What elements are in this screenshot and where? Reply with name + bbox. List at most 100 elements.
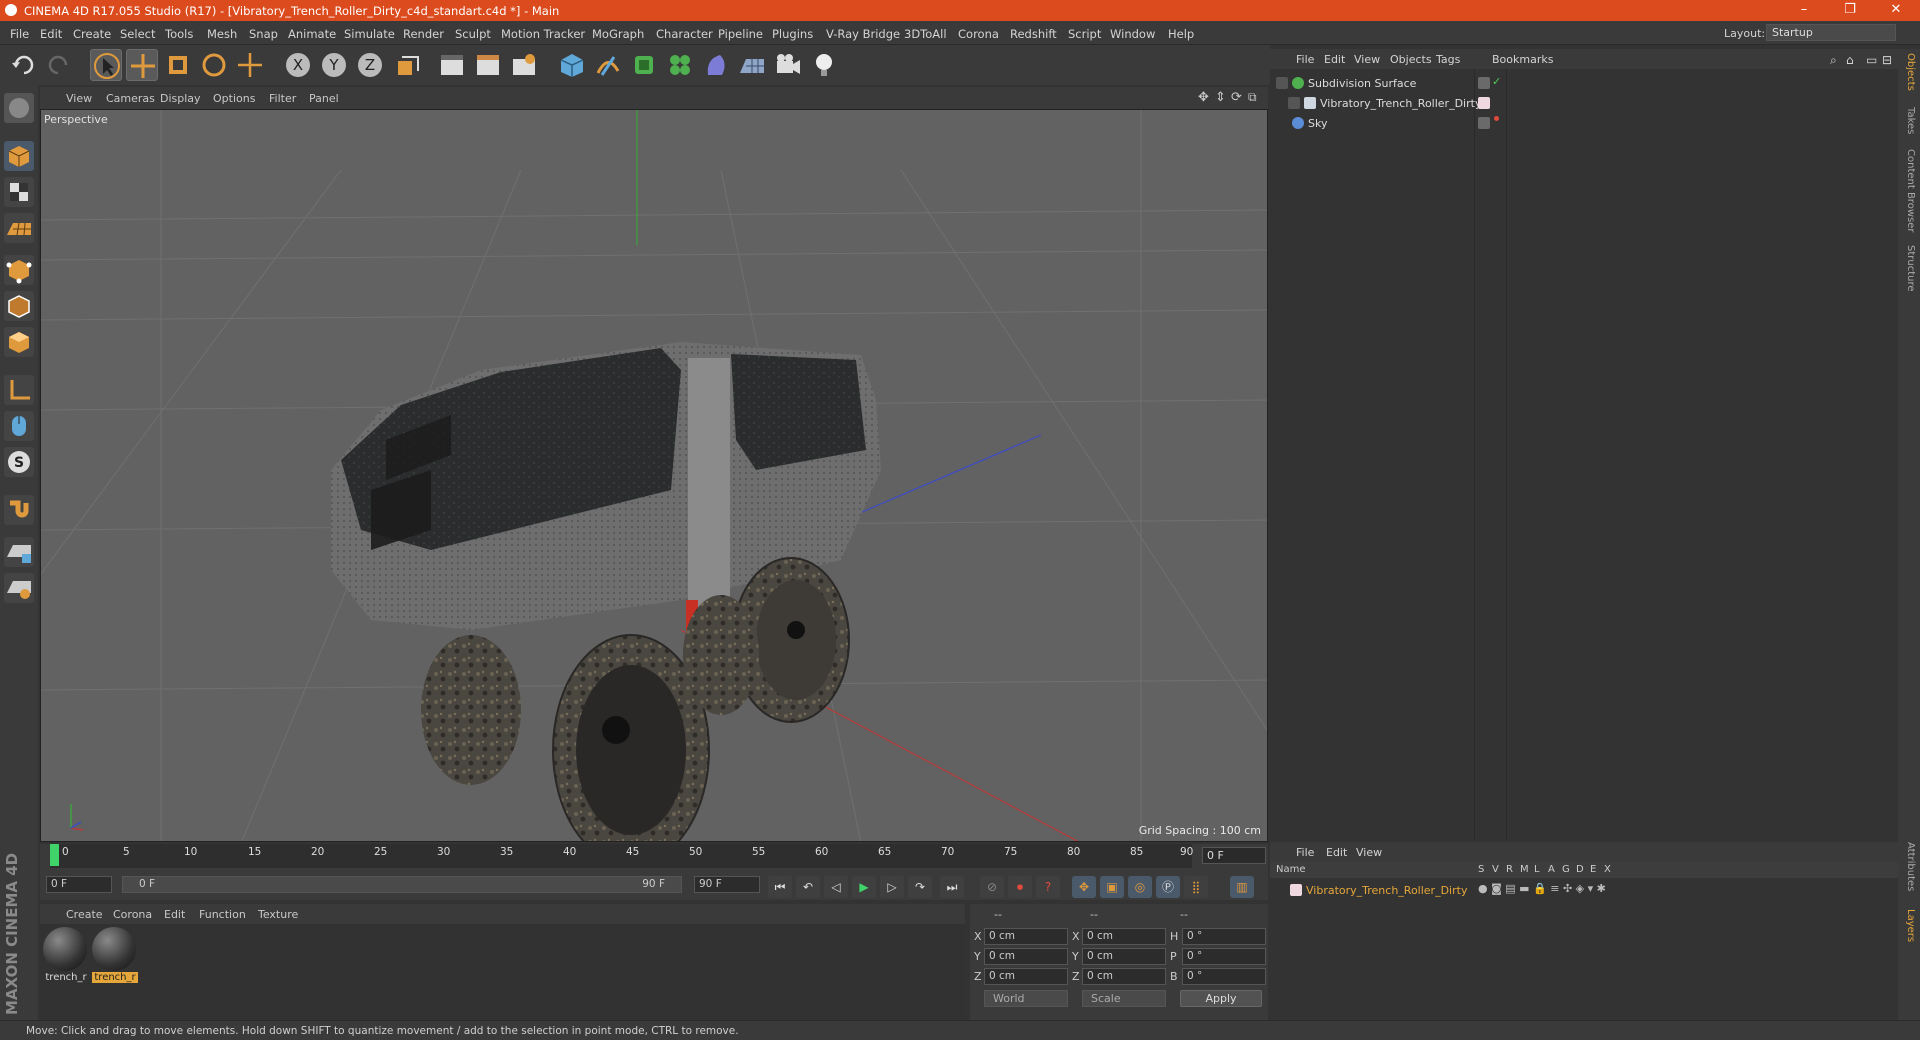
layer-menu-edit[interactable]: Edit (1326, 846, 1347, 859)
parameter-track-button[interactable]: Ⓟ (1156, 876, 1180, 898)
grid-snap-button[interactable] (4, 573, 34, 603)
select-tool-button[interactable] (90, 49, 122, 81)
vp-nav-move-icon[interactable]: ✥ (1198, 90, 1209, 105)
cloner-button[interactable] (664, 49, 696, 81)
polygons-mode-button[interactable] (4, 327, 34, 357)
position-x-field[interactable]: 0 cm (984, 928, 1068, 945)
vp-nav-zoom-icon[interactable]: ⇕ (1215, 90, 1226, 105)
size-x-field[interactable]: 0 cm (1082, 928, 1166, 945)
object-row[interactable]: Sky (1270, 113, 1898, 133)
tab-attributes[interactable]: Attributes (1905, 842, 1916, 891)
menu-animate[interactable]: Animate (288, 27, 336, 41)
vp-menu-options[interactable]: Options (213, 92, 255, 105)
collapse-icon[interactable] (1276, 77, 1288, 89)
tab-objects[interactable]: Objects (1905, 53, 1916, 91)
obj-menu-edit[interactable]: Edit (1324, 53, 1345, 66)
menu-help[interactable]: Help (1168, 27, 1194, 41)
scale-track-button[interactable]: ▣ (1100, 876, 1124, 898)
menu-pipeline[interactable]: Pipeline (718, 27, 763, 41)
vp-menu-filter[interactable]: Filter (269, 92, 296, 105)
deformer-button[interactable] (700, 49, 732, 81)
layer-menu-view[interactable]: View (1356, 846, 1382, 859)
viewport-perspective[interactable]: Perspective Grid Spacing : 100 cm (40, 109, 1268, 842)
live-selection-button[interactable] (234, 49, 266, 81)
menu-mograph[interactable]: MoGraph (592, 27, 644, 41)
workplane-mode-button[interactable] (4, 213, 34, 243)
layer-color-icon[interactable] (1290, 884, 1302, 896)
menu-file[interactable]: File (10, 27, 29, 41)
obj-menu-bookmarks[interactable]: Bookmarks (1492, 53, 1553, 66)
camera-button[interactable] (772, 49, 804, 81)
menu-plugins[interactable]: Plugins (772, 27, 813, 41)
object-name[interactable]: Vibratory_Trench_Roller_Dirty (1320, 97, 1481, 110)
vp-menu-view[interactable]: View (66, 92, 92, 105)
render-settings-button[interactable] (508, 49, 540, 81)
scale-tool-button[interactable] (162, 49, 194, 81)
keyframe-selection-button[interactable]: ? (1036, 876, 1060, 898)
object-name[interactable]: Subdivision Surface (1308, 77, 1416, 90)
frame-ruler[interactable]: 0 5 10 15 20 25 30 35 40 45 50 55 60 65 … (50, 844, 1193, 868)
new-view-icon[interactable]: ▭ (1866, 53, 1877, 67)
points-mode-button[interactable] (4, 255, 34, 285)
menu-redshift[interactable]: Redshift (1010, 27, 1057, 41)
model-mode-button[interactable] (4, 141, 34, 171)
home-icon[interactable]: ⌂ (1846, 53, 1854, 67)
tab-content-browser[interactable]: Content Browser (1905, 149, 1916, 232)
vp-nav-rotate-icon[interactable]: ⟳ (1231, 90, 1242, 105)
layer-name[interactable]: Vibratory_Trench_Roller_Dirty (1306, 884, 1467, 897)
mat-menu-edit[interactable]: Edit (164, 908, 185, 921)
enabled-check-icon[interactable]: ✓ (1492, 75, 1501, 88)
material-swatch-selected[interactable]: trench_r (92, 927, 138, 983)
menu-simulate[interactable]: Simulate (344, 27, 395, 41)
menu-vray-bridge[interactable]: V-Ray Bridge (826, 27, 900, 41)
prev-key-button[interactable]: ↶ (796, 876, 820, 898)
vp-menu-panel[interactable]: Panel (309, 92, 339, 105)
position-track-button[interactable]: ✥ (1072, 876, 1096, 898)
light-button[interactable] (808, 49, 840, 81)
y-axis-button[interactable]: Y (318, 49, 350, 81)
apply-button[interactable]: Apply (1180, 990, 1262, 1007)
close-button[interactable]: ✕ (1876, 2, 1916, 17)
expand-icon[interactable] (1288, 97, 1300, 109)
viewport-camera-label[interactable]: Perspective (44, 113, 108, 126)
render-dot-icon[interactable] (1494, 116, 1499, 121)
layer-icon[interactable] (1478, 117, 1490, 129)
x-axis-button[interactable]: X (282, 49, 314, 81)
menu-tools[interactable]: Tools (165, 27, 193, 41)
grid-lock-button[interactable] (4, 537, 34, 567)
render-view-button[interactable] (436, 49, 468, 81)
axis-mode-button[interactable] (4, 375, 34, 405)
timeline-ruler[interactable]: 0 5 10 15 20 25 30 35 40 45 50 55 60 65 … (40, 844, 1268, 874)
layer-menu-file[interactable]: File (1296, 846, 1314, 859)
current-time-field[interactable]: 0 F (46, 876, 112, 893)
menu-snap[interactable]: Snap (249, 27, 278, 41)
point-level-button[interactable]: ⣿ (1184, 876, 1208, 898)
tweak-mode-button[interactable] (4, 411, 34, 441)
prev-frame-button[interactable]: ◁ (824, 876, 848, 898)
snap-mode-button[interactable]: S (4, 447, 34, 477)
z-axis-button[interactable]: Z (354, 49, 386, 81)
next-frame-button[interactable]: ▷ (880, 876, 904, 898)
layer-row[interactable]: Vibratory_Trench_Roller_Dirty ● ◙ ▤ ▬ 🔒 … (1270, 880, 1898, 900)
coord-space-dropdown[interactable]: World (984, 990, 1068, 1007)
expand-icon[interactable]: ⊟ (1882, 53, 1892, 67)
mat-menu-function[interactable]: Function (199, 908, 246, 921)
mat-menu-texture[interactable]: Texture (258, 908, 298, 921)
menu-sculpt[interactable]: Sculpt (455, 27, 491, 41)
cube-object-button[interactable] (556, 49, 588, 81)
pen-spline-button[interactable] (592, 49, 624, 81)
object-row[interactable]: Subdivision Surface ✓ (1270, 73, 1898, 93)
make-editable-button[interactable] (4, 93, 34, 123)
render-picture-viewer-button[interactable] (472, 49, 504, 81)
current-frame-field[interactable]: 0 F (1202, 847, 1266, 864)
material-swatch[interactable]: trench_r (43, 927, 89, 983)
rotation-h-field[interactable]: 0 ° (1182, 928, 1266, 945)
rotation-b-field[interactable]: 0 ° (1182, 968, 1266, 985)
rotation-p-field[interactable]: 0 ° (1182, 948, 1266, 965)
menu-corona[interactable]: Corona (958, 27, 999, 41)
goto-start-button[interactable]: ⏮ (768, 876, 792, 898)
vp-maximize-icon[interactable]: ⧉ (1248, 90, 1257, 105)
vp-menu-cameras[interactable]: Cameras (106, 92, 155, 105)
position-y-field[interactable]: 0 cm (984, 948, 1068, 965)
vp-menu-display[interactable]: Display (160, 92, 201, 105)
